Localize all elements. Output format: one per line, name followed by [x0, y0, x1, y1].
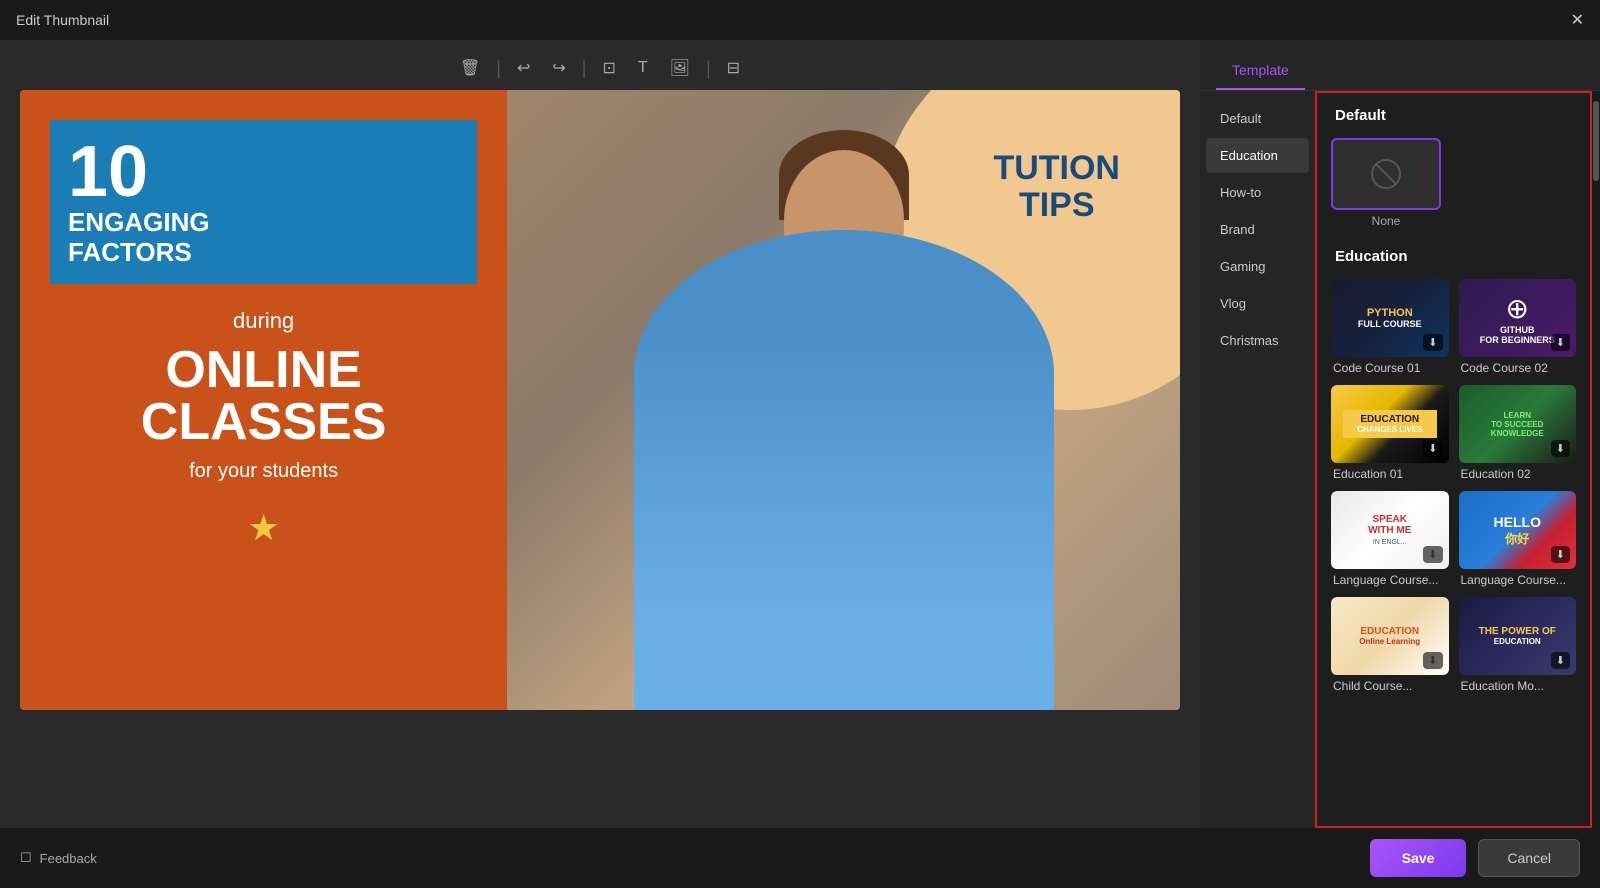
sep3-icon: | — [706, 58, 711, 79]
default-section-title: Default — [1331, 103, 1576, 128]
category-item-howto[interactable]: How-to — [1206, 175, 1309, 210]
resize-button[interactable]: ⊟ — [721, 56, 746, 80]
card-label-lang01: Language Course... — [1331, 573, 1449, 587]
crop-button[interactable]: ⊡ — [596, 56, 621, 80]
template-card-lang02[interactable]: HELLO你好 ⬇ Language Course... — [1459, 491, 1577, 587]
download-badge-code01: ⬇ — [1423, 334, 1442, 351]
thumb-lang02: HELLO你好 ⬇ — [1459, 491, 1577, 569]
default-none-button[interactable] — [1331, 138, 1441, 210]
default-section: Default None — [1327, 103, 1580, 228]
card-label-edu02: Education 02 — [1459, 467, 1577, 481]
during-text: during — [50, 308, 477, 334]
card-label-code02: Code Course 02 — [1459, 361, 1577, 375]
github-icon: ⊕ — [1506, 293, 1529, 324]
save-button[interactable]: Save — [1370, 839, 1467, 877]
panel-header: Template — [1200, 40, 1600, 91]
template-card-code01[interactable]: PYTHON FULL COURSE ⬇ Code Course 01 — [1331, 279, 1449, 375]
category-item-christmas[interactable]: Christmas — [1206, 323, 1309, 358]
sep2-icon: | — [582, 58, 587, 79]
delete-button[interactable]: 🗑 — [454, 56, 486, 80]
sep1-icon: | — [496, 58, 501, 79]
download-badge-edu01: ⬇ — [1423, 440, 1442, 457]
category-list: Default Education How-to Brand Gaming Vl… — [1200, 91, 1315, 828]
window-title: Edit Thumbnail — [16, 12, 109, 28]
bottom-bar: ☐ Feedback Save Cancel — [0, 828, 1600, 888]
photo-background: TUTION TIPS — [507, 90, 1180, 710]
toolbar: 🗑 | ↩ ↪ | ⊡ T 🖼 | ⊟ — [0, 50, 1200, 90]
person-area — [634, 230, 1054, 710]
blue-box: 10 ENGAGINGFACTORS — [50, 120, 477, 284]
thumb-child02: THE POWER OF EDUCATION ⬇ — [1459, 597, 1577, 675]
right-panel: Template Default Education How-to Brand … — [1200, 40, 1600, 828]
right-photo: TUTION TIPS — [507, 90, 1180, 710]
template-card-lang01[interactable]: SPEAKWITH MEIN ENGL... ⬇ Language Course… — [1331, 491, 1449, 587]
card-label-child02: Education Mo... — [1459, 679, 1577, 693]
template-card-child01[interactable]: EDUCATION Online Learning ⬇ Child Course… — [1331, 597, 1449, 693]
students-text: for your students — [50, 460, 477, 483]
education-section-title: Education — [1331, 244, 1576, 269]
card-label-code01: Code Course 01 — [1331, 361, 1449, 375]
star-icon: ★ — [50, 507, 477, 549]
bottom-right-buttons: Save Cancel — [1370, 839, 1580, 877]
main-area: 🗑 | ↩ ↪ | ⊡ T 🖼 | ⊟ 10 ENGAGINGFACTORS d… — [0, 40, 1600, 828]
cancel-button[interactable]: Cancel — [1478, 839, 1580, 877]
number-text: 10 — [68, 136, 459, 208]
download-badge-code02: ⬇ — [1551, 334, 1570, 351]
download-badge-child01: ⬇ — [1423, 652, 1442, 669]
download-badge-lang02: ⬇ — [1551, 546, 1570, 563]
thumb-code02: ⊕ GITHUBFOR BEGINNERS ⬇ — [1459, 279, 1577, 357]
template-card-edu01[interactable]: EDUCATION CHANGES LIVES ⬇ Education 01 — [1331, 385, 1449, 481]
online-classes-text: ONLINECLASSES — [50, 344, 477, 448]
download-badge-edu02: ⬇ — [1551, 440, 1570, 457]
left-panel: 10 ENGAGINGFACTORS during ONLINECLASSES … — [20, 90, 507, 710]
template-grid-area: Default None Education — [1315, 91, 1592, 828]
download-badge-child02: ⬇ — [1551, 652, 1570, 669]
thumb-lang01: SPEAKWITH MEIN ENGL... ⬇ — [1331, 491, 1449, 569]
thumbnail-canvas: 10 ENGAGINGFACTORS during ONLINECLASSES … — [20, 90, 1180, 710]
tab-template[interactable]: Template — [1216, 54, 1305, 90]
category-item-vlog[interactable]: Vlog — [1206, 286, 1309, 321]
scrollbar-track[interactable] — [1592, 91, 1600, 828]
category-item-default[interactable]: Default — [1206, 101, 1309, 136]
template-card-child02[interactable]: THE POWER OF EDUCATION ⬇ Education Mo... — [1459, 597, 1577, 693]
category-item-brand[interactable]: Brand — [1206, 212, 1309, 247]
thumb-code01: PYTHON FULL COURSE ⬇ — [1331, 279, 1449, 357]
close-button[interactable]: ✕ — [1571, 10, 1584, 30]
redo-button[interactable]: ↪ — [546, 56, 571, 80]
card-label-edu01: Education 01 — [1331, 467, 1449, 481]
category-item-gaming[interactable]: Gaming — [1206, 249, 1309, 284]
title-bar: Edit Thumbnail ✕ — [0, 0, 1600, 40]
template-card-code02[interactable]: ⊕ GITHUBFOR BEGINNERS ⬇ Code Course 02 — [1459, 279, 1577, 375]
template-grid: PYTHON FULL COURSE ⬇ Code Course 01 — [1331, 279, 1576, 693]
panel-body: Default Education How-to Brand Gaming Vl… — [1200, 91, 1600, 828]
thumb-edu01: EDUCATION CHANGES LIVES ⬇ — [1331, 385, 1449, 463]
template-card-edu02[interactable]: LEARNTO SUCCEEDKNOWLEDGE ⬇ Education 02 — [1459, 385, 1577, 481]
tution-tips-text: TUTION TIPS — [993, 150, 1120, 225]
scrollbar-thumb[interactable] — [1593, 101, 1599, 181]
download-badge-lang01: ⬇ — [1423, 546, 1442, 563]
thumb-edu02: LEARNTO SUCCEEDKNOWLEDGE ⬇ — [1459, 385, 1577, 463]
feedback-icon: ☐ — [20, 850, 32, 866]
card-label-lang02: Language Course... — [1459, 573, 1577, 587]
feedback-label: Feedback — [40, 851, 97, 866]
thumb-child01: EDUCATION Online Learning ⬇ — [1331, 597, 1449, 675]
person-body — [634, 230, 1054, 710]
undo-button[interactable]: ↩ — [511, 56, 536, 80]
default-none-label: None — [1331, 214, 1441, 228]
thumbnail-inner: 10 ENGAGINGFACTORS during ONLINECLASSES … — [20, 90, 1180, 710]
card-label-child01: Child Course... — [1331, 679, 1449, 693]
no-image-icon — [1370, 158, 1402, 190]
engaging-text: ENGAGINGFACTORS — [68, 208, 459, 268]
education-section: Education PYTHON FULL COURSE ⬇ C — [1327, 244, 1580, 693]
text-button[interactable]: T — [632, 57, 654, 79]
category-item-education[interactable]: Education — [1206, 138, 1309, 173]
tab-bar: Template — [1216, 54, 1584, 90]
image-button[interactable]: 🖼 — [664, 56, 696, 80]
canvas-area: 🗑 | ↩ ↪ | ⊡ T 🖼 | ⊟ 10 ENGAGINGFACTORS d… — [0, 40, 1200, 828]
feedback-button[interactable]: ☐ Feedback — [20, 850, 97, 866]
